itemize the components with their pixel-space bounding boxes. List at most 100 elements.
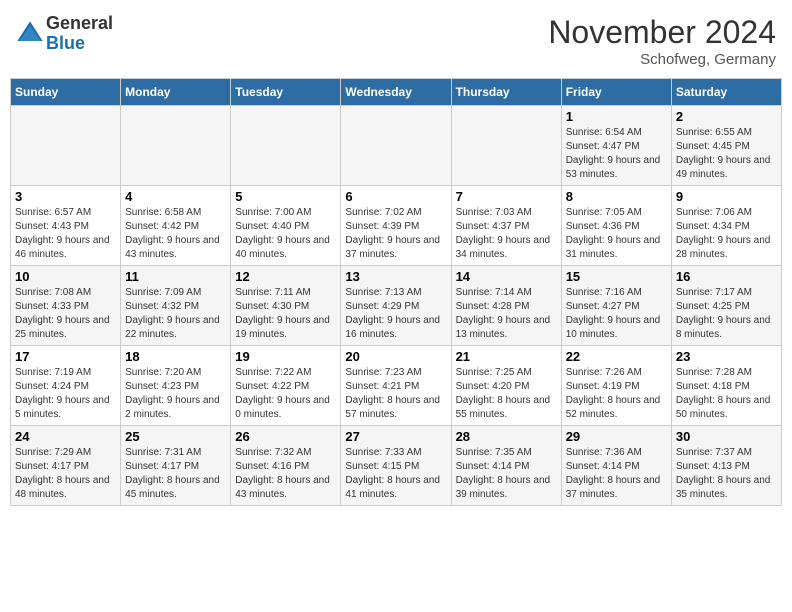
day-info: Sunrise: 7:26 AMSunset: 4:19 PMDaylight:… bbox=[566, 366, 667, 422]
day-number: 22 bbox=[566, 349, 667, 364]
day-number: 25 bbox=[125, 429, 226, 444]
weekday-header-sunday: Sunday bbox=[11, 79, 121, 106]
calendar-cell: 23 Sunrise: 7:28 AMSunset: 4:18 PMDayligh… bbox=[671, 346, 781, 426]
calendar-cell: 13 Sunrise: 7:13 AMSunset: 4:29 PMDayligh… bbox=[341, 266, 451, 346]
weekday-header-thursday: Thursday bbox=[451, 79, 561, 106]
calendar-cell: 3Sunrise: 6:57 AMSunset: 4:43 PMDaylight… bbox=[11, 186, 121, 266]
day-info: Sunrise: 7:14 AMSunset: 4:28 PMDaylight:… bbox=[456, 286, 557, 342]
day-number: 24 bbox=[15, 429, 116, 444]
calendar-cell: 2 Sunrise: 6:55 AMSunset: 4:45 PMDaylight… bbox=[671, 106, 781, 186]
calendar-week-row: 17Sunrise: 7:19 AMSunset: 4:24 PMDayligh… bbox=[11, 346, 782, 426]
day-info: Sunrise: 7:08 AMSunset: 4:33 PMDaylight:… bbox=[15, 286, 116, 342]
day-info: Sunrise: 7:23 AMSunset: 4:21 PMDaylight:… bbox=[345, 366, 446, 422]
logo: General Blue bbox=[16, 14, 113, 54]
day-number: 15 bbox=[566, 269, 667, 284]
calendar-cell bbox=[11, 106, 121, 186]
day-info: Sunrise: 7:25 AMSunset: 4:20 PMDaylight:… bbox=[456, 366, 557, 422]
day-number: 9 bbox=[676, 189, 777, 204]
calendar-cell bbox=[121, 106, 231, 186]
day-info: Sunrise: 7:05 AMSunset: 4:36 PMDaylight:… bbox=[566, 206, 667, 262]
logo-general-text: General bbox=[46, 14, 113, 34]
day-info: Sunrise: 7:13 AMSunset: 4:29 PMDaylight:… bbox=[345, 286, 446, 342]
day-info: Sunrise: 7:28 AMSunset: 4:18 PMDaylight:… bbox=[676, 366, 777, 422]
calendar-cell: 6 Sunrise: 7:02 AMSunset: 4:39 PMDaylight… bbox=[341, 186, 451, 266]
day-info: Sunrise: 7:33 AMSunset: 4:15 PMDaylight:… bbox=[345, 446, 446, 502]
day-number: 4 bbox=[125, 189, 226, 204]
weekday-header-friday: Friday bbox=[561, 79, 671, 106]
weekday-header-saturday: Saturday bbox=[671, 79, 781, 106]
day-info: Sunrise: 7:06 AMSunset: 4:34 PMDaylight:… bbox=[676, 206, 777, 262]
day-info: Sunrise: 7:09 AMSunset: 4:32 PMDaylight:… bbox=[125, 286, 226, 342]
calendar-cell: 19Sunrise: 7:22 AMSunset: 4:22 PMDayligh… bbox=[231, 346, 341, 426]
day-info: Sunrise: 7:22 AMSunset: 4:22 PMDaylight:… bbox=[235, 366, 336, 422]
day-info: Sunrise: 7:11 AMSunset: 4:30 PMDaylight:… bbox=[235, 286, 336, 342]
day-number: 27 bbox=[345, 429, 446, 444]
day-number: 20 bbox=[345, 349, 446, 364]
day-info: Sunrise: 7:20 AMSunset: 4:23 PMDaylight:… bbox=[125, 366, 226, 422]
calendar-cell: 12 Sunrise: 7:11 AMSunset: 4:30 PMDayligh… bbox=[231, 266, 341, 346]
calendar-cell: 4 Sunrise: 6:58 AMSunset: 4:42 PMDaylight… bbox=[121, 186, 231, 266]
calendar-cell: 29Sunrise: 7:36 AMSunset: 4:14 PMDayligh… bbox=[561, 426, 671, 506]
calendar-header-row: SundayMondayTuesdayWednesdayThursdayFrid… bbox=[11, 79, 782, 106]
day-info: Sunrise: 7:19 AMSunset: 4:24 PMDaylight:… bbox=[15, 366, 116, 422]
day-number: 28 bbox=[456, 429, 557, 444]
calendar-cell: 21 Sunrise: 7:25 AMSunset: 4:20 PMDayligh… bbox=[451, 346, 561, 426]
day-number: 12 bbox=[235, 269, 336, 284]
calendar-cell bbox=[231, 106, 341, 186]
calendar-cell: 27 Sunrise: 7:33 AMSunset: 4:15 PMDayligh… bbox=[341, 426, 451, 506]
day-info: Sunrise: 6:57 AMSunset: 4:43 PMDaylight:… bbox=[15, 206, 116, 262]
calendar-cell: 22 Sunrise: 7:26 AMSunset: 4:19 PMDayligh… bbox=[561, 346, 671, 426]
day-number: 7 bbox=[456, 189, 557, 204]
day-info: Sunrise: 7:32 AMSunset: 4:16 PMDaylight:… bbox=[235, 446, 336, 502]
day-number: 11 bbox=[125, 269, 226, 284]
day-number: 23 bbox=[676, 349, 777, 364]
day-number: 13 bbox=[345, 269, 446, 284]
calendar-week-row: 1Sunrise: 6:54 AMSunset: 4:47 PMDaylight… bbox=[11, 106, 782, 186]
day-number: 2 bbox=[676, 109, 777, 124]
calendar-cell: 28Sunrise: 7:35 AMSunset: 4:14 PMDayligh… bbox=[451, 426, 561, 506]
weekday-header-tuesday: Tuesday bbox=[231, 79, 341, 106]
day-info: Sunrise: 7:02 AMSunset: 4:39 PMDaylight:… bbox=[345, 206, 446, 262]
calendar-cell: 16Sunrise: 7:17 AMSunset: 4:25 PMDayligh… bbox=[671, 266, 781, 346]
calendar-cell: 14Sunrise: 7:14 AMSunset: 4:28 PMDayligh… bbox=[451, 266, 561, 346]
calendar-table: SundayMondayTuesdayWednesdayThursdayFrid… bbox=[10, 78, 782, 506]
calendar-cell: 9 Sunrise: 7:06 AMSunset: 4:34 PMDaylight… bbox=[671, 186, 781, 266]
calendar-cell bbox=[451, 106, 561, 186]
day-info: Sunrise: 7:29 AMSunset: 4:17 PMDaylight:… bbox=[15, 446, 116, 502]
calendar-cell: 26Sunrise: 7:32 AMSunset: 4:16 PMDayligh… bbox=[231, 426, 341, 506]
day-number: 8 bbox=[566, 189, 667, 204]
calendar-cell: 25 Sunrise: 7:31 AMSunset: 4:17 PMDayligh… bbox=[121, 426, 231, 506]
day-info: Sunrise: 6:55 AMSunset: 4:45 PMDaylight:… bbox=[676, 126, 777, 182]
logo-icon bbox=[16, 20, 44, 48]
title-block: November 2024 Schofweg, Germany bbox=[548, 14, 776, 68]
calendar-cell: 8 Sunrise: 7:05 AMSunset: 4:36 PMDaylight… bbox=[561, 186, 671, 266]
calendar-week-row: 24 Sunrise: 7:29 AMSunset: 4:17 PMDayligh… bbox=[11, 426, 782, 506]
day-number: 6 bbox=[345, 189, 446, 204]
weekday-header-wednesday: Wednesday bbox=[341, 79, 451, 106]
calendar-cell: 17Sunrise: 7:19 AMSunset: 4:24 PMDayligh… bbox=[11, 346, 121, 426]
calendar-cell: 10 Sunrise: 7:08 AMSunset: 4:33 PMDayligh… bbox=[11, 266, 121, 346]
calendar-cell: 30Sunrise: 7:37 AMSunset: 4:13 PMDayligh… bbox=[671, 426, 781, 506]
day-info: Sunrise: 7:16 AMSunset: 4:27 PMDaylight:… bbox=[566, 286, 667, 342]
calendar-cell: 18Sunrise: 7:20 AMSunset: 4:23 PMDayligh… bbox=[121, 346, 231, 426]
page-header: General Blue November 2024 Schofweg, Ger… bbox=[10, 10, 782, 72]
day-number: 16 bbox=[676, 269, 777, 284]
day-number: 10 bbox=[15, 269, 116, 284]
month-title: November 2024 bbox=[548, 14, 776, 51]
day-info: Sunrise: 7:31 AMSunset: 4:17 PMDaylight:… bbox=[125, 446, 226, 502]
calendar-cell: 24 Sunrise: 7:29 AMSunset: 4:17 PMDayligh… bbox=[11, 426, 121, 506]
day-info: Sunrise: 7:37 AMSunset: 4:13 PMDaylight:… bbox=[676, 446, 777, 502]
calendar-cell: 1Sunrise: 6:54 AMSunset: 4:47 PMDaylight… bbox=[561, 106, 671, 186]
day-info: Sunrise: 6:58 AMSunset: 4:42 PMDaylight:… bbox=[125, 206, 226, 262]
calendar-cell: 20 Sunrise: 7:23 AMSunset: 4:21 PMDayligh… bbox=[341, 346, 451, 426]
calendar-week-row: 3Sunrise: 6:57 AMSunset: 4:43 PMDaylight… bbox=[11, 186, 782, 266]
location-text: Schofweg, Germany bbox=[548, 51, 776, 68]
calendar-cell: 11 Sunrise: 7:09 AMSunset: 4:32 PMDayligh… bbox=[121, 266, 231, 346]
logo-blue-text: Blue bbox=[46, 34, 113, 54]
day-number: 5 bbox=[235, 189, 336, 204]
calendar-cell: 15 Sunrise: 7:16 AMSunset: 4:27 PMDayligh… bbox=[561, 266, 671, 346]
day-info: Sunrise: 6:54 AMSunset: 4:47 PMDaylight:… bbox=[566, 126, 667, 182]
day-number: 21 bbox=[456, 349, 557, 364]
day-number: 29 bbox=[566, 429, 667, 444]
day-info: Sunrise: 7:03 AMSunset: 4:37 PMDaylight:… bbox=[456, 206, 557, 262]
